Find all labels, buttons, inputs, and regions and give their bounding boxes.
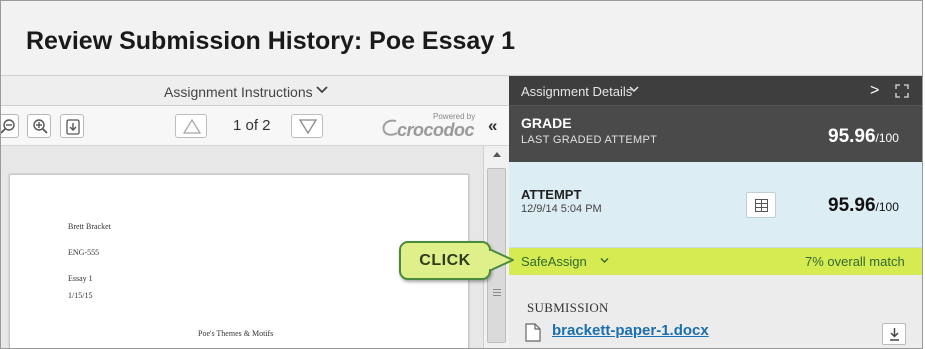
zoom-in-button[interactable] — [27, 114, 51, 138]
callout-arrow-icon — [489, 248, 514, 272]
safeassign-row[interactable]: SafeAssign 7% overall match — [509, 248, 922, 275]
attempt-score-total: /100 — [875, 200, 899, 214]
callout-text: CLICK — [419, 252, 471, 269]
chevron-down-icon — [316, 86, 328, 94]
download-icon — [66, 119, 80, 135]
attempt-label: ATTEMPT — [521, 187, 582, 202]
collapse-panel-button[interactable]: « — [488, 116, 497, 136]
download-submission-button[interactable] — [882, 323, 906, 345]
grip-line — [493, 292, 501, 293]
page-header: Review Submission History: Poe Essay 1 — [1, 1, 922, 76]
grip-line — [493, 289, 501, 290]
crocodoc-brand: crocodoc — [397, 120, 475, 140]
attempt-row[interactable]: ATTEMPT 12/9/14 5:04 PM 95.96/100 — [509, 162, 922, 248]
chevron-down-icon[interactable] — [629, 85, 639, 93]
doc-line: Brett Bracket — [68, 222, 111, 231]
grid-icon — [755, 199, 768, 212]
viewer-toolbar: 1 of 2 Powered by crocodoc « — [1, 106, 509, 146]
assignment-details-header: Assignment Details > — [509, 76, 922, 106]
download-document-button[interactable] — [60, 114, 84, 138]
previous-page-button[interactable] — [175, 114, 207, 138]
click-callout: CLICK — [399, 241, 491, 280]
triangle-up-icon — [182, 118, 202, 134]
page-indicator: 1 of 2 — [233, 117, 271, 134]
collapse-details-button[interactable]: > — [870, 82, 879, 100]
grade-score-value: 95.96 — [828, 126, 876, 147]
doc-line: Essay 1 — [68, 274, 93, 283]
grade-summary: GRADE LAST GRADED ATTEMPT 95.96/100 — [509, 106, 922, 162]
assignment-instructions-label: Assignment Instructions — [164, 84, 313, 100]
triangle-down-icon — [298, 119, 318, 135]
document-viewer-pane: Assignment Instructions 1 of 2 Powered b… — [1, 76, 509, 348]
submission-file-link[interactable]: brackett-paper-1.docx — [552, 322, 709, 339]
safeassign-toggle[interactable]: SafeAssign — [521, 254, 587, 269]
attempt-date: 12/9/14 5:04 PM — [521, 203, 602, 215]
zoom-in-icon — [33, 119, 48, 134]
scroll-up-arrow[interactable] — [493, 152, 501, 157]
safeassign-match: 7% overall match — [805, 254, 905, 269]
grip-line — [493, 295, 501, 296]
doc-line: Poe's Themes & Motifs — [198, 329, 274, 338]
grade-sub-label: LAST GRADED ATTEMPT — [521, 134, 658, 146]
rubric-grid-button[interactable] — [746, 192, 776, 218]
attempt-score-value: 95.96 — [828, 195, 876, 216]
page-title: Review Submission History: Poe Essay 1 — [26, 27, 516, 55]
app-frame: Review Submission History: Poe Essay 1 A… — [0, 0, 923, 349]
next-page-button[interactable] — [291, 114, 323, 138]
zoom-out-icon — [1, 119, 15, 134]
zoom-out-button[interactable] — [1, 114, 19, 138]
grade-score: 95.96/100 — [828, 126, 899, 148]
attempt-score: 95.96/100 — [828, 195, 899, 217]
expand-icon[interactable] — [894, 83, 910, 99]
doc-line: 1/15/15 — [68, 291, 93, 300]
file-icon — [525, 323, 541, 342]
chevron-down-icon[interactable] — [600, 257, 609, 264]
submission-section: SUBMISSION brackett-paper-1.docx — [509, 275, 922, 348]
assignment-instructions-toggle[interactable]: Assignment Instructions — [1, 76, 509, 106]
grade-label: GRADE — [521, 115, 572, 131]
assignment-details-toggle[interactable]: Assignment Details — [521, 84, 632, 99]
doc-line: ENG-555 — [68, 248, 100, 257]
assignment-details-pane: Assignment Details > GRADE LAST GRADED A… — [509, 76, 922, 348]
download-icon — [890, 328, 899, 341]
grade-score-total: /100 — [875, 131, 899, 145]
submission-label: SUBMISSION — [527, 300, 609, 315]
